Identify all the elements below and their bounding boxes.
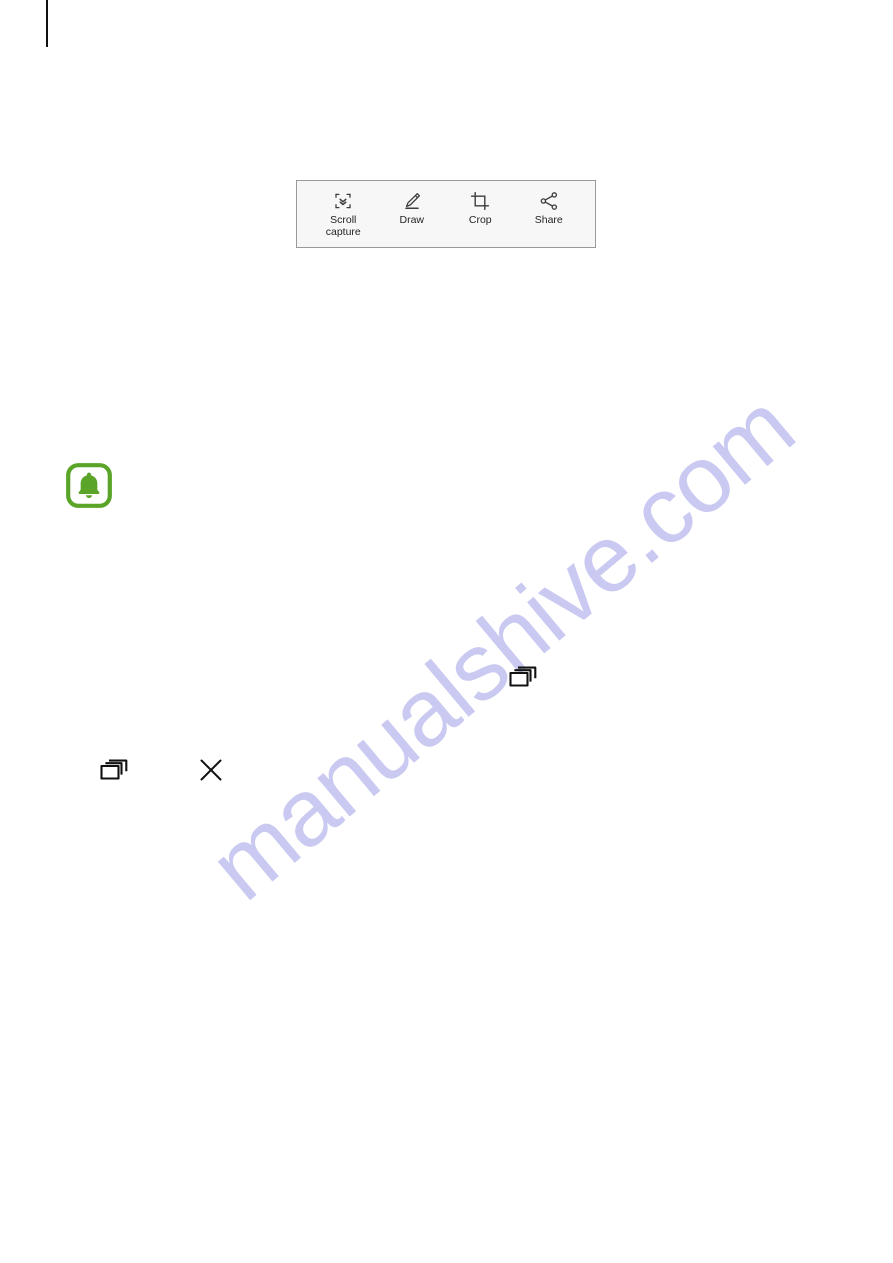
watermark-text: manualshive.com xyxy=(190,373,814,921)
toolbar-item-share[interactable]: Share xyxy=(515,190,584,227)
toolbar-label-draw: Draw xyxy=(399,214,424,226)
toolbar-item-crop[interactable]: Crop xyxy=(446,190,515,227)
note-badge xyxy=(66,463,112,508)
toolbar-label-share: Share xyxy=(534,214,563,226)
close-x-icon xyxy=(198,757,224,783)
toolbar-item-draw[interactable]: Draw xyxy=(378,190,447,227)
bell-notification-icon xyxy=(66,463,112,508)
toolbar-label-scroll-capture: Scroll capture xyxy=(325,214,361,238)
share-icon xyxy=(538,190,560,212)
toolbar-item-scroll-capture[interactable]: Scroll capture xyxy=(309,190,378,238)
toolbar-label-crop: Crop xyxy=(468,214,492,226)
page-margin-rule xyxy=(46,0,48,47)
scroll-capture-icon xyxy=(332,190,354,212)
screenshot-capture-toolbar: Scroll capture Draw Crop Share xyxy=(296,180,596,248)
draw-pen-icon xyxy=(401,190,423,212)
crop-icon xyxy=(469,190,491,212)
recents-icon xyxy=(100,759,128,781)
recents-icon xyxy=(509,666,537,688)
